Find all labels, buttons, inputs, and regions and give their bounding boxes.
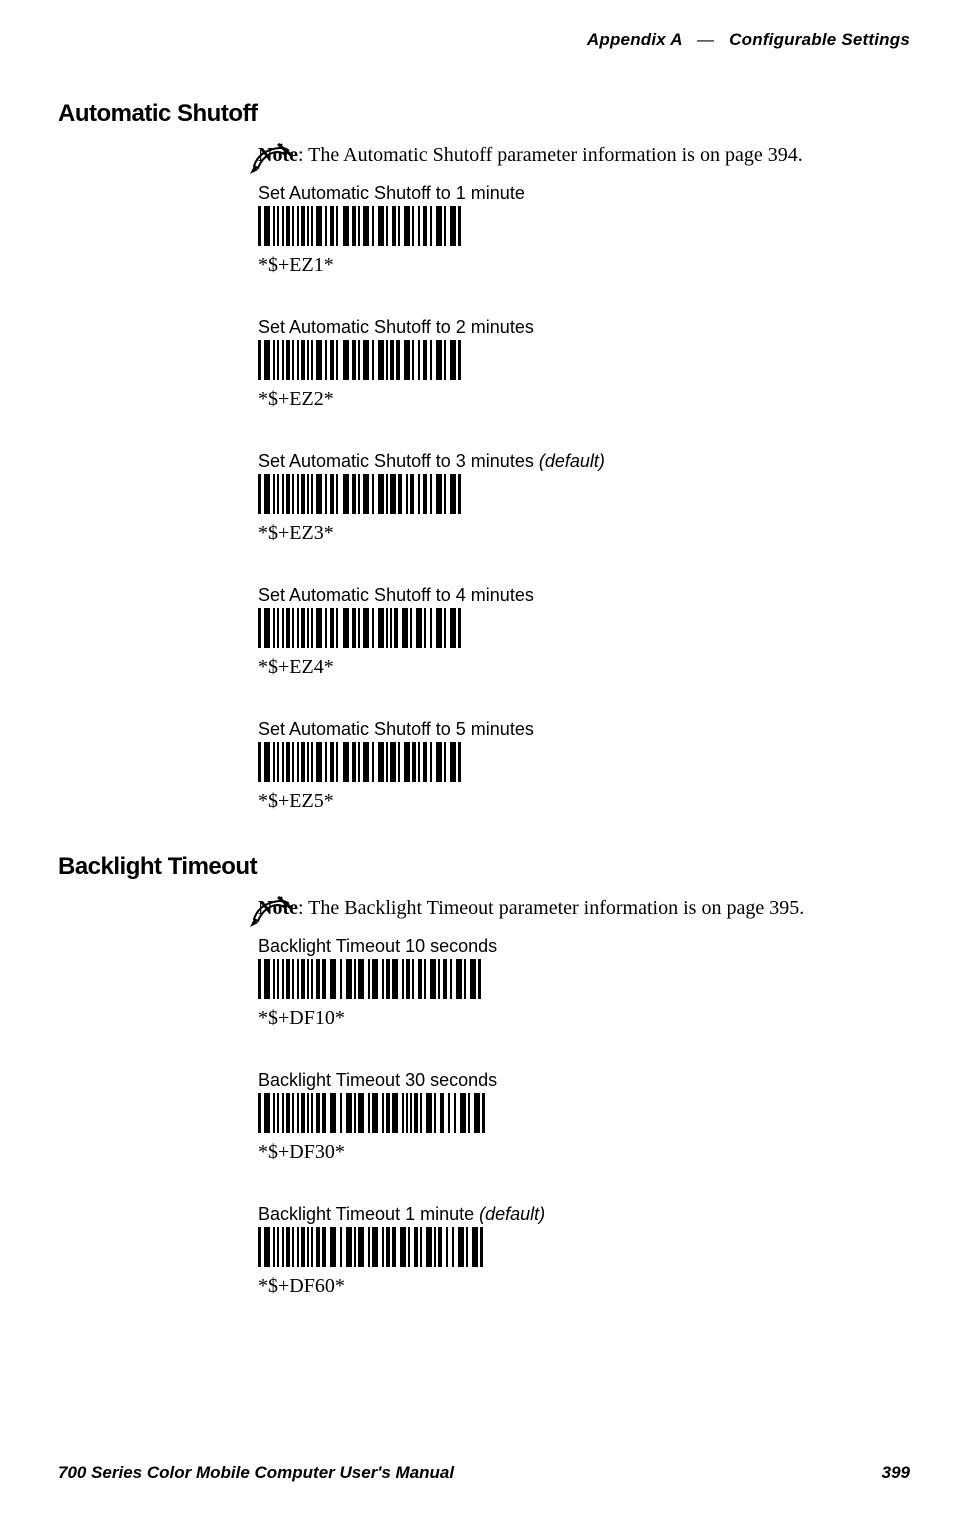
barcode-entry: Backlight Timeout 10 seconds *$+DF10* <box>258 936 910 1030</box>
entry-label: Set Automatic Shutoff to 3 minutes (defa… <box>258 451 910 472</box>
entry-code: *$+EZ5* <box>258 790 910 813</box>
note-text: Note: The Backlight Timeout parameter in… <box>258 895 804 922</box>
barcode-icon <box>258 1093 910 1133</box>
barcode-icon <box>258 474 910 514</box>
entry-code: *$+EZ4* <box>258 656 910 679</box>
entry-code: *$+EZ1* <box>258 254 910 277</box>
note-text: Note: The Automatic Shutoff parameter in… <box>258 142 803 169</box>
barcode-icon <box>258 742 910 782</box>
page: Appendix A — Configurable Settings Autom… <box>0 0 968 1521</box>
header-title: Configurable Settings <box>729 30 910 49</box>
note-body: : The Automatic Shutoff parameter inform… <box>298 144 803 166</box>
entry-label: Backlight Timeout 1 minute (default) <box>258 1204 910 1225</box>
barcode-icon <box>258 340 910 380</box>
header-appendix: Appendix A <box>587 30 682 49</box>
entry-label: Set Automatic Shutoff to 4 minutes <box>258 585 910 606</box>
section-title-backlight-timeout: Backlight Timeout <box>58 853 910 881</box>
barcode-icon <box>258 959 910 999</box>
entry-label: Set Automatic Shutoff to 1 minute <box>258 183 910 204</box>
entry-code: *$+DF10* <box>258 1007 910 1030</box>
barcode-icon <box>258 608 910 648</box>
barcode-entry: Set Automatic Shutoff to 4 minutes *$+EZ… <box>258 585 910 679</box>
barcode-icon <box>258 1227 910 1267</box>
page-header: Appendix A — Configurable Settings <box>58 30 910 50</box>
header-dash: — <box>697 30 714 49</box>
footer-page-number: 399 <box>882 1463 910 1483</box>
note-body: : The Backlight Timeout parameter inform… <box>298 897 804 919</box>
footer-manual-title: 700 Series Color Mobile Computer User's … <box>58 1463 454 1483</box>
entry-code: *$+EZ2* <box>258 388 910 411</box>
barcode-entry: Set Automatic Shutoff to 5 minutes *$+EZ… <box>258 719 910 813</box>
barcode-entry: Backlight Timeout 30 seconds *$+DF30* <box>258 1070 910 1164</box>
note-backlight-timeout: Note: The Backlight Timeout parameter in… <box>258 895 910 922</box>
note-icon <box>248 140 296 183</box>
entry-label: Backlight Timeout 30 seconds <box>258 1070 910 1091</box>
note-automatic-shutoff: Note: The Automatic Shutoff parameter in… <box>258 142 910 169</box>
entry-label: Set Automatic Shutoff to 2 minutes <box>258 317 910 338</box>
entry-label: Backlight Timeout 10 seconds <box>258 936 910 957</box>
section-title-automatic-shutoff: Automatic Shutoff <box>58 100 910 128</box>
barcode-entry: Set Automatic Shutoff to 3 minutes (defa… <box>258 451 910 545</box>
barcode-entry: Set Automatic Shutoff to 2 minutes *$+EZ… <box>258 317 910 411</box>
entry-code: *$+DF60* <box>258 1275 910 1298</box>
barcode-entry: Set Automatic Shutoff to 1 minute *$+EZ1… <box>258 183 910 277</box>
page-footer: 700 Series Color Mobile Computer User's … <box>58 1463 910 1483</box>
barcode-icon <box>258 206 910 246</box>
entry-code: *$+EZ3* <box>258 522 910 545</box>
entry-code: *$+DF30* <box>258 1141 910 1164</box>
note-icon <box>248 893 296 936</box>
entry-label: Set Automatic Shutoff to 5 minutes <box>258 719 910 740</box>
barcode-entry: Backlight Timeout 1 minute (default) *$+… <box>258 1204 910 1298</box>
